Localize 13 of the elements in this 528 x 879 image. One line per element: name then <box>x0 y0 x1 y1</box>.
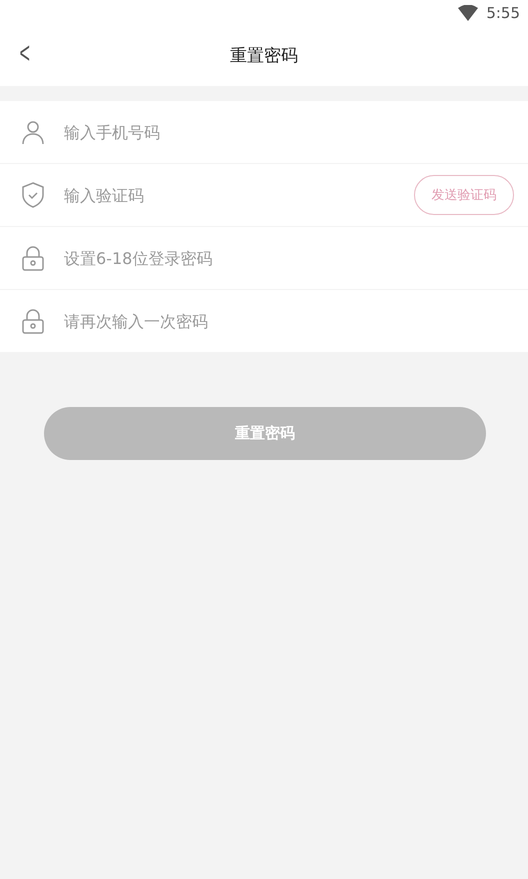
back-button[interactable]: < <box>16 39 34 69</box>
input-field[interactable]: 设置6-18位登录密码 <box>62 248 514 268</box>
lock-icon <box>20 308 46 334</box>
status-time: 5:55 <box>486 4 520 22</box>
wifi-icon <box>458 5 478 21</box>
send-code-button[interactable]: 发送验证码 <box>414 175 514 215</box>
input-field[interactable]: 输入手机号码 <box>62 122 514 142</box>
person-icon <box>20 119 46 145</box>
input-field[interactable]: 请再次输入一次密码 <box>62 310 514 332</box>
shield-check-icon <box>20 181 46 209</box>
input-field[interactable]: 输入验证码 <box>62 184 414 206</box>
lock-icon <box>20 245 46 271</box>
page-title: 重置密码 <box>230 44 298 66</box>
